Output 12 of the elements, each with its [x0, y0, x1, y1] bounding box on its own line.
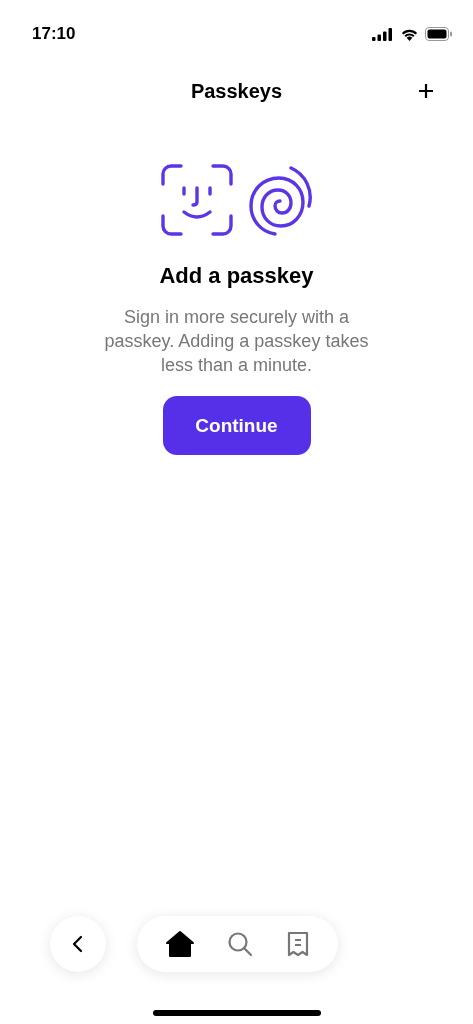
signal-icon	[372, 27, 394, 41]
back-chevron-icon	[71, 934, 85, 954]
continue-button[interactable]: Continue	[162, 396, 311, 455]
empty-state-heading: Add a passkey	[159, 263, 314, 289]
battery-icon	[425, 27, 453, 41]
wifi-icon	[400, 27, 419, 41]
add-icon[interactable]	[418, 83, 434, 99]
page-title: Passkeys	[190, 79, 283, 103]
status-time: 17:10	[32, 24, 76, 44]
fingerprint-icon	[246, 164, 313, 236]
empty-state-description: Sign in more securely with a passkey. Adding a passkey takes less than a minute.	[103, 306, 370, 377]
face-id-icon	[160, 164, 233, 236]
